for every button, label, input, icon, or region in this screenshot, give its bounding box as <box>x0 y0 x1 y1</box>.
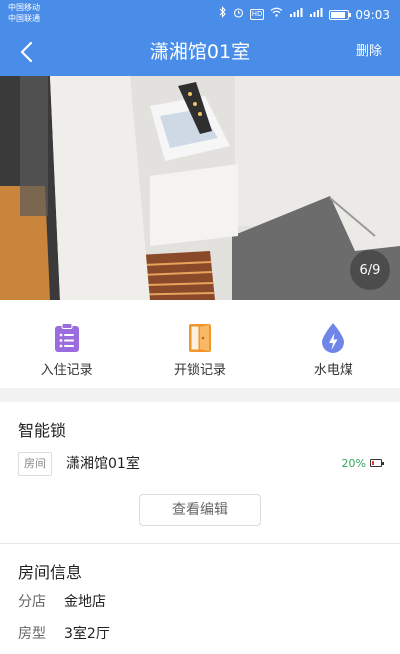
checkin-records-button[interactable]: 入住记录 <box>0 300 133 388</box>
system-icons: HD 09:03 <box>219 6 390 23</box>
checkin-records-label: 入住记录 <box>40 363 93 378</box>
clipboard-list-icon <box>52 322 82 354</box>
delete-button[interactable]: 删除 <box>356 43 382 61</box>
branch-label: 分店 <box>18 594 46 610</box>
carrier-info: 中国移动 中国联通 <box>8 2 40 24</box>
layout-value: 3室2厅 <box>64 626 110 642</box>
room-info-section: 房间信息 分店 金地店 房型 3室2厅 <box>0 544 400 654</box>
back-button[interactable] <box>10 36 42 68</box>
status-bar: 中国移动 中国联通 HD 09:03 <box>0 0 400 28</box>
room-photo <box>0 76 400 300</box>
room-tag: 房间 <box>18 452 52 476</box>
utilities-label: 水电煤 <box>313 363 353 378</box>
smart-lock-section: 智能锁 房间 潇湘馆01室 20% 查看编辑 <box>0 402 400 542</box>
lock-row[interactable]: 房间 潇湘馆01室 20% <box>0 452 400 478</box>
layout-label: 房型 <box>18 626 46 642</box>
wifi-icon <box>270 7 283 22</box>
action-shortcuts: 入住记录 开锁记录 水电煤 <box>0 300 400 388</box>
lock-name: 潇湘馆01室 <box>66 456 140 472</box>
hd-badge: HD <box>249 9 265 20</box>
door-icon <box>185 322 215 354</box>
unlock-records-label: 开锁记录 <box>173 363 226 378</box>
signal-2g-icon <box>309 7 323 22</box>
lock-battery-percent: 20% <box>341 457 366 470</box>
battery-low-icon <box>370 459 384 467</box>
chevron-left-icon <box>20 41 33 63</box>
carrier-1: 中国移动 <box>8 3 40 12</box>
unlock-records-button[interactable]: 开锁记录 <box>133 300 266 388</box>
status-time: 09:03 <box>355 7 390 22</box>
page-title: 潇湘馆01室 <box>149 41 251 63</box>
bluetooth-icon <box>219 6 227 23</box>
info-row-branch: 分店 金地店 <box>18 592 106 612</box>
room-photo-carousel[interactable]: 6/9 <box>0 76 400 300</box>
signal-4g-icon <box>289 7 303 22</box>
room-info-title: 房间信息 <box>18 563 83 582</box>
nav-bar: 潇湘馆01室 删除 <box>0 28 400 76</box>
utilities-button[interactable]: 水电煤 <box>267 300 400 388</box>
carrier-2: 中国联通 <box>8 14 40 23</box>
photo-page-indicator: 6/9 <box>350 250 390 290</box>
energy-drop-icon <box>318 322 348 354</box>
smart-lock-title: 智能锁 <box>18 421 67 440</box>
view-edit-button[interactable]: 查看编辑 <box>139 494 261 526</box>
section-divider <box>0 388 400 402</box>
branch-value: 金地店 <box>64 594 106 610</box>
battery-icon <box>329 9 352 20</box>
alarm-icon <box>233 7 244 23</box>
info-row-layout: 房型 3室2厅 <box>18 624 110 644</box>
